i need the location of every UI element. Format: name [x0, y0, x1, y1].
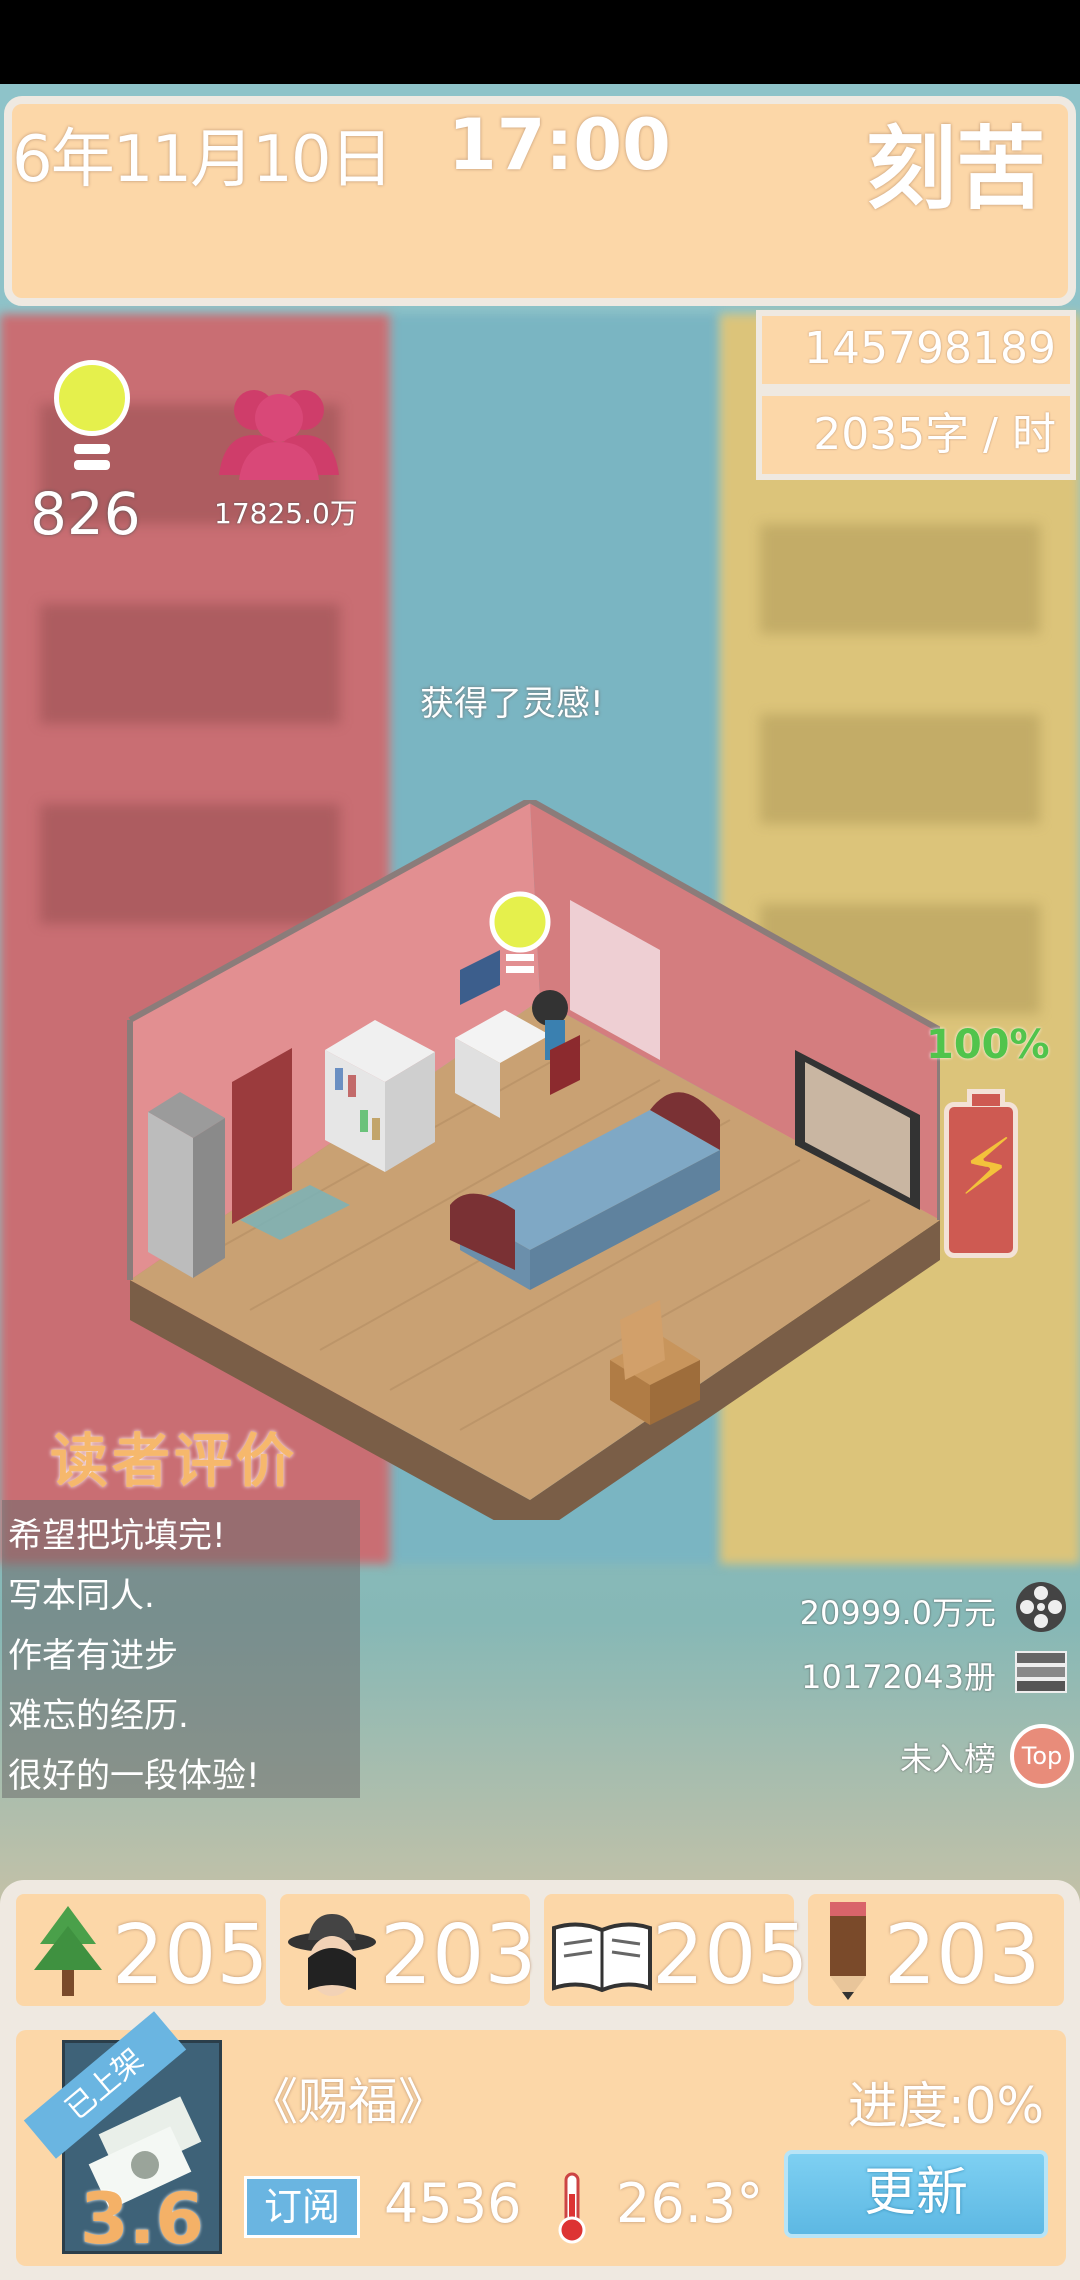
status-bar: [0, 0, 1080, 84]
attribute-value: 205: [112, 1908, 269, 2003]
writing-speed-display: 2035字 / 时: [756, 390, 1076, 480]
writer-room[interactable]: [120, 800, 940, 1520]
subscribe-label: 订阅: [244, 2176, 360, 2238]
battery-percent: 100%: [926, 1022, 1050, 1068]
book-stack-icon[interactable]: [1014, 1646, 1068, 1700]
reviews-panel: 希望把坑填完! 写本同人. 作者有进步 难忘的经历. 很好的一段体验!: [2, 1500, 360, 1798]
film-revenue-value: 20999.0万元: [799, 1594, 996, 1632]
reviews-title: 读者评价: [50, 1427, 299, 1495]
attribute-value: 203: [884, 1908, 1041, 2003]
ranking-top-button[interactable]: Top: [1010, 1724, 1074, 1788]
tree-icon: [34, 1906, 102, 1996]
book-title: 《赐福》: [248, 2073, 448, 2131]
attribute-value: 203: [380, 1908, 537, 2003]
update-button[interactable]: 更新: [784, 2150, 1048, 2238]
review-item: 希望把坑填完!: [8, 1516, 226, 1556]
thermometer-icon: [558, 2172, 586, 2244]
review-item: 难忘的经历.: [8, 1696, 189, 1736]
battery-icon: ⚡: [944, 1089, 1018, 1258]
review-item: 作者有进步: [8, 1636, 178, 1676]
game-date: 6年11月10日: [12, 123, 394, 197]
people-icon: [219, 390, 339, 480]
fans-value: 17825.0万: [214, 497, 358, 530]
ranking-status: 未入榜: [899, 1740, 996, 1778]
heat-value: 26.3°: [616, 2172, 764, 2235]
books-sold-value: 10172043册: [801, 1658, 996, 1696]
review-item: 写本同人.: [8, 1576, 155, 1616]
book-rating: 3.6: [80, 2178, 205, 2260]
review-item: 很好的一段体验!: [8, 1756, 260, 1796]
film-reel-icon[interactable]: [1014, 1580, 1068, 1634]
game-time: 17:00: [448, 104, 671, 186]
event-message: 获得了灵感!: [420, 684, 604, 724]
open-book-icon: [552, 1922, 652, 1993]
attribute-value: 205: [652, 1908, 809, 2003]
pencil-icon: [830, 1902, 866, 2000]
mood-status: 刻苦: [866, 117, 1046, 222]
lightbulb-icon: [54, 360, 130, 480]
book-progress: 进度:0%: [847, 2077, 1044, 2135]
inspiration-value: 826: [30, 480, 141, 548]
subscription-count: 4536: [384, 2172, 522, 2235]
detective-hat-icon: [288, 1914, 376, 1996]
money-display: 145798189元: [756, 310, 1076, 440]
